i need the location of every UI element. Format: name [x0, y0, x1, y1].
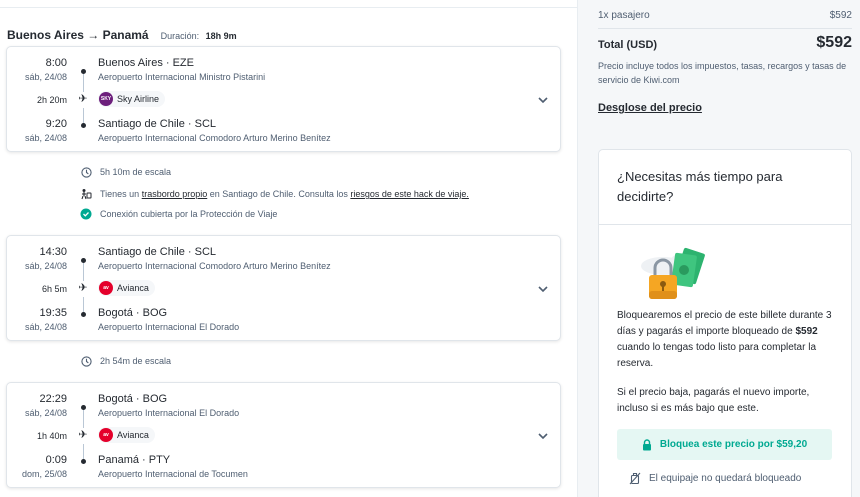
self-transfer-text: Tienes un trasbordo propio en Santiago d… — [100, 189, 469, 199]
price-summary-panel: 1x pasajero $592 Total (USD) $592 Precio… — [579, 0, 860, 497]
departure-date: sáb, 24/08 — [24, 408, 67, 418]
route-duration: Duración: 18h 9m — [160, 31, 237, 41]
arrival-airport: Aeropuerto Internacional Comodoro Arturo… — [98, 133, 331, 143]
check-circle-icon — [80, 208, 92, 220]
hack-risks-link[interactable]: riesgos de este hack de viaje. — [350, 189, 469, 199]
timeline-line — [83, 108, 84, 123]
divider — [598, 28, 852, 29]
self-transfer-info: Tienes un trasbordo propio en Santiago d… — [80, 188, 469, 200]
promo-description: Bloquearemos el precio de este billete d… — [617, 310, 832, 369]
layover-duration: 5h 10m de escala — [100, 167, 172, 177]
passenger-label: 1x pasajero — [598, 10, 650, 21]
departure-airport: Aeropuerto Internacional Comodoro Arturo… — [98, 261, 331, 271]
departure-date: sáb, 24/08 — [24, 261, 67, 271]
departure-airport: Aeropuerto Internacional El Dorado — [98, 408, 240, 418]
total-label: Total (USD) — [598, 39, 658, 51]
passenger-row: 1x pasajero $592 — [598, 10, 852, 21]
chevron-down-icon[interactable] — [536, 93, 550, 107]
flight-segment-1[interactable]: 8:00 sáb, 24/08 Buenos Aires · EZE Aerop… — [6, 46, 561, 152]
segment-duration: 1h 40m — [36, 431, 67, 441]
timeline-dot — [81, 459, 86, 464]
promo-description-2: Si el precio baja, pagarás el nuevo impo… — [617, 387, 810, 414]
plane-icon: ✈ — [78, 429, 88, 441]
airline-name: Sky Airline — [117, 94, 160, 104]
arrival-date: sáb, 24/08 — [24, 133, 67, 143]
layover-info: 2h 54m de escala — [80, 355, 171, 367]
arrival-time: 19:35 — [39, 307, 67, 319]
clock-icon — [80, 166, 92, 178]
arrival-date: sáb, 24/08 — [24, 322, 67, 332]
protection-text: Conexión cubierta por la Protección de V… — [100, 209, 278, 219]
timeline-line — [83, 410, 84, 428]
airline-badge: av Avianca — [98, 280, 155, 296]
clock-icon — [80, 355, 92, 367]
timeline-line — [83, 444, 84, 459]
timeline-dot — [81, 312, 86, 317]
price-breakdown-link[interactable]: Desglose del precio — [598, 102, 702, 114]
top-divider — [0, 7, 577, 8]
passenger-price: $592 — [829, 10, 852, 21]
chevron-down-icon[interactable] — [536, 429, 550, 443]
airline-name: Avianca — [117, 430, 149, 440]
departure-date: sáb, 24/08 — [24, 72, 67, 82]
airline-logo-icon: av — [99, 281, 113, 295]
arrival-date: dom, 25/08 — [21, 469, 67, 479]
price-lock-illustration-icon — [641, 247, 705, 299]
departure-airport: Aeropuerto Internacional Ministro Pistar… — [98, 72, 266, 82]
lock-price-label: Bloquea este precio por $59,20 — [659, 439, 808, 450]
total-price: $592 — [816, 34, 852, 51]
departure-time: 22:29 — [39, 393, 67, 405]
protection-info: Conexión cubierta por la Protección de V… — [80, 208, 277, 220]
price-lock-card: ¿Necesitas más tiempo para decidirte? Bl… — [598, 149, 852, 497]
self-transfer-link[interactable]: trasbordo propio — [142, 189, 208, 199]
no-luggage-icon — [629, 472, 641, 485]
route-header: Buenos Aires → Panamá Duración: 18h 9m — [7, 26, 237, 44]
timeline-line — [83, 297, 84, 312]
lock-price-button[interactable]: Bloquea este precio por $59,20 — [617, 429, 832, 460]
airline-name: Avianca — [117, 283, 149, 293]
airline-logo-icon: av — [99, 428, 113, 442]
arrival-airport: Aeropuerto Internacional de Tocumen — [98, 469, 248, 479]
timeline-dot — [81, 123, 86, 128]
arrival-time: 9:20 — [45, 118, 67, 130]
total-note: Precio incluye todos los impuestos, tasa… — [598, 61, 847, 85]
timeline-line — [83, 263, 84, 281]
segment-duration: 2h 20m — [36, 95, 67, 105]
self-transfer-icon — [80, 188, 92, 200]
departure-place: Santiago de Chile · SCL — [98, 246, 217, 258]
arrival-time: 0:09 — [45, 454, 67, 466]
arrival-place: Bogotá · BOG — [98, 307, 168, 319]
layover-duration: 2h 54m de escala — [100, 356, 172, 366]
timeline-line — [83, 74, 84, 92]
airline-logo-icon: SKY — [99, 92, 113, 106]
plane-icon: ✈ — [78, 282, 88, 294]
divider — [599, 224, 851, 225]
layover-info: 5h 10m de escala — [80, 166, 171, 178]
departure-place: Buenos Aires · EZE — [98, 57, 194, 69]
arrival-airport: Aeropuerto Internacional El Dorado — [98, 322, 240, 332]
luggage-note-text: El equipaje no quedará bloqueado — [649, 473, 802, 484]
plane-icon: ✈ — [78, 93, 88, 105]
flight-segment-3[interactable]: 22:29 sáb, 24/08 Bogotá · BOG Aeropuerto… — [6, 382, 561, 488]
departure-place: Bogotá · BOG — [98, 393, 168, 405]
promo-title: ¿Necesitas más tiempo para decidirte? — [617, 169, 783, 204]
airline-badge: SKY Sky Airline — [98, 91, 166, 107]
departure-time: 8:00 — [45, 57, 67, 69]
route-title: Buenos Aires → Panamá — [7, 28, 149, 42]
itinerary-panel: Buenos Aires → Panamá Duración: 18h 9m 8… — [0, 0, 578, 497]
lock-icon — [642, 438, 651, 450]
chevron-down-icon[interactable] — [536, 282, 550, 296]
departure-time: 14:30 — [39, 246, 67, 258]
luggage-note: El equipaje no quedará bloqueado — [629, 472, 801, 485]
flight-segment-2[interactable]: 14:30 sáb, 24/08 Santiago de Chile · SCL… — [6, 235, 561, 341]
segment-duration: 6h 5m — [41, 284, 67, 294]
arrival-place: Panamá · PTY — [98, 454, 171, 466]
arrival-place: Santiago de Chile · SCL — [98, 118, 217, 130]
airline-badge: av Avianca — [98, 427, 155, 443]
